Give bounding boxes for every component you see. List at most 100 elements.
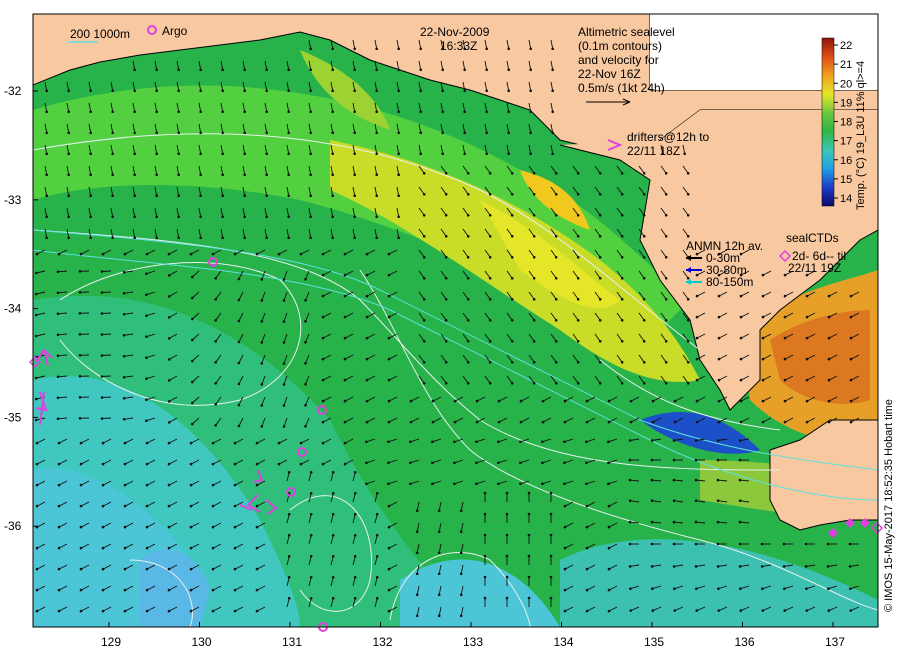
velocity-arrowhead (155, 89, 158, 93)
velocity-arrowhead (510, 255, 514, 259)
velocity-arrowhead (505, 575, 509, 579)
velocity-arrowhead (563, 504, 567, 508)
velocity-arrowhead (620, 193, 624, 196)
velocity-arrowhead (783, 273, 787, 277)
velocity-arrowhead (100, 333, 104, 336)
velocity-arrowhead (686, 319, 690, 322)
velocity-arrowhead (527, 554, 531, 558)
velocity-arrowhead (237, 319, 241, 323)
velocity-arrowhead (353, 89, 357, 93)
velocity-arrowhead (34, 418, 38, 422)
velocity-arrowhead (79, 252, 83, 256)
velocity-arrowhead (466, 298, 470, 301)
lat-tick-label: -32 (4, 84, 22, 98)
velocity-arrowhead (214, 319, 217, 322)
velocity-arrowhead (343, 315, 347, 319)
velocity-arrowhead (214, 424, 217, 427)
velocity-arrowhead (155, 236, 158, 240)
lon-tick-label: 133 (463, 635, 483, 649)
velocity-arrowhead (375, 492, 379, 495)
velocity-arrowhead (167, 546, 171, 550)
velocity-arrowhead (387, 315, 391, 319)
velocity-arrowhead (783, 399, 787, 403)
velocity-arrowhead (89, 110, 92, 114)
velocity-arrowhead (282, 278, 286, 281)
velocity-arrowhead (642, 255, 646, 259)
velocity-arrowhead (353, 194, 357, 198)
velocity-arrowhead (221, 131, 224, 135)
velocity-arrowhead (510, 340, 514, 343)
velocity-arrowhead (123, 252, 127, 256)
velocity-arrowhead (739, 399, 743, 403)
velocity-arrowhead (466, 193, 470, 196)
velocity-arrowhead (309, 110, 313, 114)
velocity-arrowhead (738, 458, 742, 462)
map-date: 22-Nov-2009 (420, 25, 490, 39)
velocity-arrowhead (34, 292, 38, 296)
velocity-arrowhead (167, 609, 171, 613)
velocity-arrowhead (576, 340, 580, 343)
velocity-arrowhead (527, 533, 531, 537)
velocity-arrowhead (375, 47, 379, 51)
velocity-arrowhead (321, 273, 325, 277)
velocity-arrowhead (827, 399, 831, 403)
velocity-arrowhead (255, 441, 259, 445)
velocity-arrowhead (739, 252, 743, 256)
velocity-arrowhead (287, 131, 291, 135)
velocity-arrowhead (79, 483, 83, 487)
velocity-arrowhead (738, 499, 742, 503)
velocity-arrowhead (101, 609, 105, 613)
velocity-arrowhead (459, 530, 463, 534)
velocity-arrowhead (123, 441, 127, 445)
velocity-arrowhead (422, 340, 426, 343)
velocity-arrowhead (189, 462, 193, 466)
velocity-arrowhead (100, 396, 104, 399)
velocity-arrowhead (177, 110, 180, 114)
velocity-arrowhead (466, 319, 470, 322)
velocity-arrowhead (353, 131, 357, 135)
velocity-arrowhead (441, 68, 445, 72)
velocity-arrowhead (304, 299, 307, 302)
velocity-arrowhead (191, 317, 194, 321)
velocity-arrowhead (507, 131, 511, 135)
lat-tick-label: -35 (4, 410, 22, 424)
velocity-arrowhead (554, 235, 558, 238)
velocity-arrowhead (265, 131, 269, 135)
velocity-arrowhead (485, 47, 489, 51)
velocity-arrowhead (431, 420, 435, 424)
velocity-arrowhead (167, 274, 171, 277)
velocity-arrowhead (243, 110, 246, 114)
velocity-arrowhead (375, 194, 379, 198)
velocity-arrowhead (463, 152, 467, 156)
velocity-arrowhead (375, 131, 379, 135)
velocity-arrowhead (101, 525, 105, 529)
velocity-arrowhead (167, 504, 171, 508)
velocity-arrowhead (760, 542, 764, 546)
velocity-arrowhead (255, 609, 259, 613)
velocity-arrowhead (551, 68, 554, 72)
velocity-arrowhead (431, 399, 435, 403)
velocity-arrowhead (145, 377, 148, 381)
velocity-arrowhead (101, 567, 105, 571)
velocity-arrowhead (783, 336, 787, 340)
velocity-arrowhead (507, 47, 511, 51)
velocity-arrowhead (739, 587, 742, 590)
velocity-arrowhead (673, 420, 677, 424)
velocity-arrowhead (56, 354, 60, 358)
velocity-arrowhead (459, 509, 463, 513)
velocity-arrowhead (664, 298, 668, 301)
velocity-arrowhead (607, 609, 611, 613)
velocity-arrowhead (67, 152, 70, 156)
velocity-arrowhead (459, 593, 463, 597)
velocity-arrowhead (111, 152, 114, 156)
velocity-arrowhead (672, 458, 676, 462)
velocity-arrowhead (585, 461, 588, 465)
velocity-arrowhead (510, 319, 514, 322)
velocity-arrowhead (437, 593, 441, 597)
velocity-arrowhead (397, 215, 401, 219)
velocity-arrowhead (199, 173, 202, 177)
velocity-arrowhead (255, 252, 259, 256)
velocity-arrowhead (78, 354, 82, 357)
velocity-arrowhead (387, 546, 391, 550)
lat-tick-label: -33 (4, 193, 22, 207)
